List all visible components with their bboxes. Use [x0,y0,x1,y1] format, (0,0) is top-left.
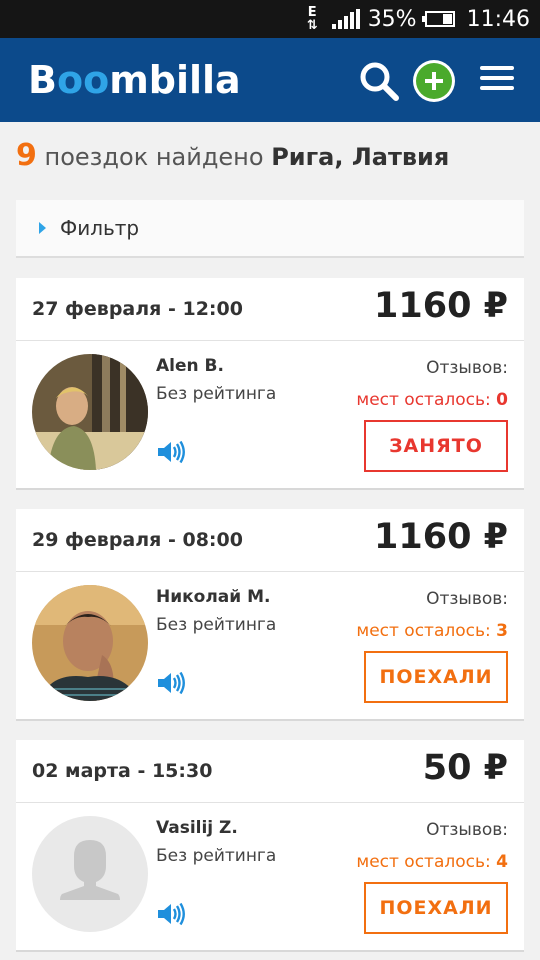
seats-left: мест осталось: 3 [356,621,508,641]
seats-left: мест осталось: 0 [356,390,508,410]
filter-toggle[interactable]: Фильтр [16,200,524,258]
trip-price: 1160 ₽ [374,286,508,326]
booked-button[interactable]: ЗАНЯТО [364,420,508,472]
driver-name[interactable]: Alen B. [156,356,224,376]
signal-icon [331,9,360,29]
seats-left: мест осталось: 4 [356,852,508,872]
trip-date: 27 февраля - 12:00 [32,298,243,320]
status-bar: E ⇅ 35% 11:46 [0,0,540,38]
logo[interactable]: Boo mbilla [28,57,241,103]
logo-text-start: B [28,58,57,102]
driver-avatar-placeholder[interactable] [32,816,148,932]
speaker-icon[interactable] [156,902,186,926]
trip-card-header: 29 февраля - 08:00 1160 ₽ [16,509,524,572]
app-bar: Boo mbilla [0,38,540,122]
results-city: Рига, Латвия [271,143,450,171]
seats-count: 4 [496,852,508,872]
seats-label: мест осталось: [356,852,497,872]
add-icon [413,60,455,102]
trip-price: 50 ₽ [422,748,508,788]
menu-icon [480,66,522,90]
network-indicator: E ⇅ [307,6,318,32]
battery-percent: 35% [367,6,417,32]
speaker-icon[interactable] [156,440,186,464]
clock: 11:46 [466,6,530,32]
menu-button[interactable] [480,60,522,102]
reviews-label: Отзывов: [426,358,508,378]
seats-label: мест осталось: [356,390,497,410]
trip-card[interactable]: 02 марта - 15:30 50 ₽ Vasilij Z. Без рей… [16,740,524,952]
logo-text-end: mbilla [109,58,241,102]
trip-price: 1160 ₽ [374,517,508,557]
seats-label: мест осталось: [356,621,497,641]
trip-card-header: 27 февраля - 12:00 1160 ₽ [16,278,524,341]
trip-card-header: 02 марта - 15:30 50 ₽ [16,740,524,803]
book-button[interactable]: ПОЕХАЛИ [364,882,508,934]
data-arrows-icon: ⇅ [306,18,318,33]
trip-card[interactable]: 29 февраля - 08:00 1160 ₽ Николай М. Без… [16,509,524,721]
driver-avatar[interactable] [32,354,148,470]
driver-rating: Без рейтинга [156,846,277,866]
search-icon [360,62,399,101]
trip-date: 29 февраля - 08:00 [32,529,243,551]
reviews-label: Отзывов: [426,820,508,840]
driver-name[interactable]: Николай М. [156,587,270,607]
results-heading: 9 поездок найдено Рига, Латвия [16,138,449,173]
caret-right-icon [39,222,46,234]
driver-rating: Без рейтинга [156,384,277,404]
driver-rating: Без рейтинга [156,615,277,635]
driver-name[interactable]: Vasilij Z. [156,818,238,838]
logo-text-oo: oo [56,58,110,102]
add-trip-button[interactable] [413,60,455,102]
results-count: 9 [16,138,37,173]
results-text: поездок найдено [44,143,264,171]
book-button[interactable]: ПОЕХАЛИ [364,651,508,703]
battery-icon [421,11,455,27]
speaker-icon[interactable] [156,671,186,695]
trip-card[interactable]: 27 февраля - 12:00 1160 ₽ Alen B. Без ре… [16,278,524,490]
seats-count: 3 [496,621,508,641]
search-button[interactable] [358,60,400,102]
reviews-label: Отзывов: [426,589,508,609]
filter-label: Фильтр [60,216,140,240]
seats-count: 0 [496,390,508,410]
user-placeholder-icon [32,816,148,932]
trip-date: 02 марта - 15:30 [32,760,213,782]
driver-avatar[interactable] [32,585,148,701]
